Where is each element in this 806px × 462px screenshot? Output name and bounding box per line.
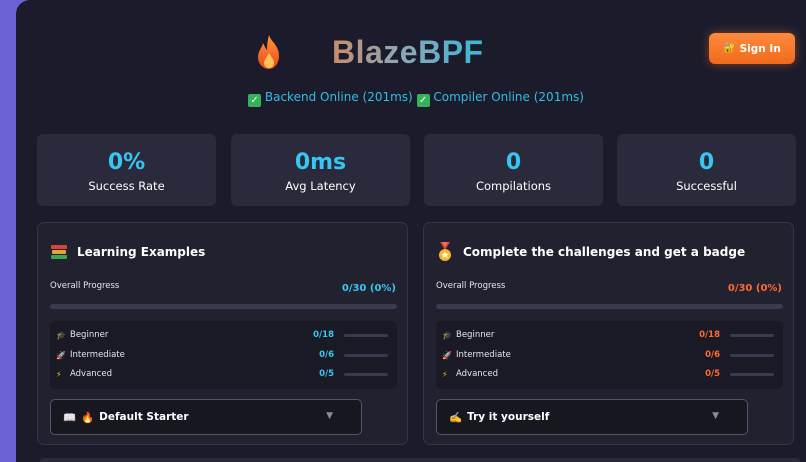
rocket-icon: 🚀 [56, 350, 66, 360]
level-name: Beginner [70, 330, 109, 340]
level-name: Beginner [456, 330, 495, 340]
level-progress-list: 🎓 Beginner 0/18 🚀 Intermediate 0/6 ⚡ Adv… [50, 321, 397, 389]
level-count: 0/5 [705, 369, 720, 379]
graduation-cap-icon: 🎓 [442, 330, 452, 340]
challenges-panel: Complete the challenges and get a badge … [423, 222, 794, 445]
level-row-beginner: 🎓 Beginner 0/18 [56, 328, 391, 342]
level-progress-bar [344, 333, 388, 337]
stat-label: Compilations [475, 179, 552, 193]
level-progress-bar [730, 353, 774, 357]
level-row-intermediate: 🚀 Intermediate 0/6 [442, 348, 777, 362]
learning-examples-panel: Learning Examples Overall Progress 0/30 … [37, 222, 408, 445]
stat-label: Successful [676, 179, 737, 193]
level-count: 0/6 [705, 350, 720, 360]
rocket-icon: 🚀 [442, 350, 452, 360]
stat-card-successful: 0 Successful [617, 134, 796, 206]
medal-icon [436, 242, 454, 261]
chevron-down-icon: ▼ [712, 411, 719, 421]
stat-card-success-rate: 0% Success Rate [37, 134, 216, 206]
compiler-status: Compiler Online (201ms) [433, 90, 584, 104]
stat-value: 0 [505, 150, 522, 175]
level-progress-bar [344, 353, 388, 357]
overall-progress-value: 0/30 (0%) [727, 283, 782, 294]
overall-progress-bar [436, 304, 783, 309]
level-row-advanced: ⚡ Advanced 0/5 [442, 367, 777, 381]
level-count: 0/18 [699, 330, 720, 340]
level-name: Intermediate [70, 350, 125, 360]
stat-label: Success Rate [88, 179, 165, 193]
flame-icon: 🔥 [81, 411, 95, 424]
level-progress-bar [344, 372, 388, 376]
book-icon: 📖 [63, 411, 77, 424]
overall-progress-label: Overall Progress [50, 281, 120, 291]
level-row-advanced: ⚡ Advanced 0/5 [56, 367, 391, 381]
level-progress-list: 🎓 Beginner 0/18 🚀 Intermediate 0/6 ⚡ Adv… [436, 321, 783, 389]
brand-title: BlazeBPF [332, 33, 484, 70]
sign-in-label: Sign In [739, 42, 781, 55]
example-select-value: Default Starter [99, 411, 189, 423]
stat-label: Avg Latency [285, 179, 356, 193]
lightning-icon: ⚡ [442, 369, 448, 379]
overall-progress-label: Overall Progress [436, 281, 506, 291]
chevron-down-icon: ▼ [326, 411, 333, 421]
writing-hand-icon: ✍️ [449, 411, 463, 424]
panel-title-text: Learning Examples [77, 245, 206, 259]
level-count: 0/18 [313, 330, 334, 340]
check-icon: ✓ [248, 94, 262, 107]
overall-progress-value: 0/30 (0%) [341, 283, 396, 294]
level-count: 0/6 [319, 350, 334, 360]
level-name: Advanced [70, 369, 112, 379]
service-status: ✓ Backend Online (201ms) ✓ Compiler Onli… [16, 90, 806, 107]
graduation-cap-icon: 🎓 [56, 330, 66, 340]
panel-title: Learning Examples [50, 243, 205, 261]
level-name: Advanced [456, 369, 498, 379]
overall-progress-bar [50, 304, 397, 309]
key-icon: 🔐 [723, 43, 736, 54]
example-select[interactable]: 📖 🔥 Default Starter ▼ [50, 399, 362, 435]
level-name: Intermediate [456, 350, 511, 360]
logo-row: BlazeBPF [252, 30, 484, 74]
books-icon [50, 243, 68, 261]
level-progress-bar [730, 333, 774, 337]
sign-in-button[interactable]: 🔐 Sign In [709, 33, 795, 64]
flame-icon [252, 32, 286, 72]
stat-value: 0% [107, 150, 146, 175]
stat-value: 0 [698, 150, 715, 175]
app-window: BlazeBPF 🔐 Sign In ✓ Backend Online (201… [16, 0, 806, 462]
challenge-select-value: Try it yourself [467, 411, 550, 423]
lightning-icon: ⚡ [56, 369, 62, 379]
check-icon: ✓ [416, 94, 430, 107]
next-section-edge [40, 458, 800, 462]
stat-card-avg-latency: 0ms Avg Latency [231, 134, 410, 206]
level-count: 0/5 [319, 369, 334, 379]
stat-card-compilations: 0 Compilations [424, 134, 603, 206]
challenge-select[interactable]: ✍️ Try it yourself ▼ [436, 399, 748, 435]
panel-title-text: Complete the challenges and get a badge [463, 245, 746, 259]
level-row-beginner: 🎓 Beginner 0/18 [442, 328, 777, 342]
level-row-intermediate: 🚀 Intermediate 0/6 [56, 348, 391, 362]
level-progress-bar [730, 372, 774, 376]
panel-title: Complete the challenges and get a badge [436, 242, 746, 261]
stat-value: 0ms [294, 150, 347, 175]
backend-status: Backend Online (201ms) [264, 90, 413, 104]
